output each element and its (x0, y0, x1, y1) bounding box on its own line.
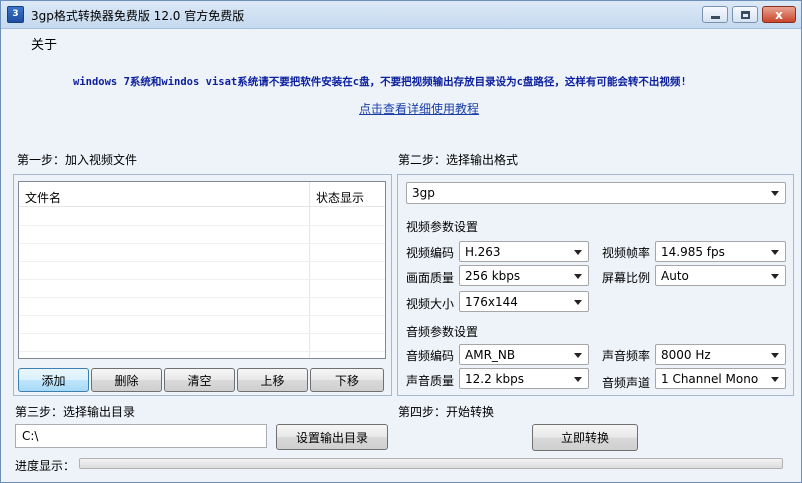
set-output-dir-button[interactable]: 设置输出目录 (276, 424, 388, 450)
audio-settings-heading: 音频参数设置 (406, 325, 479, 339)
chevron-down-icon (574, 300, 582, 305)
audio-channels-label: 音频声道 (602, 376, 651, 390)
chevron-down-icon (574, 274, 582, 279)
about-link[interactable]: 关于 (31, 34, 57, 53)
video-settings-heading: 视频参数设置 (406, 220, 479, 234)
file-list[interactable]: 文件名 状态显示 (18, 181, 386, 359)
video-quality-label: 画面质量 (406, 271, 455, 285)
progress-bar (79, 458, 783, 469)
audio-channels-select[interactable]: 1 Channel Mono (655, 368, 786, 389)
video-codec-select[interactable]: H.263 (459, 241, 589, 262)
video-quality-select[interactable]: 256 kbps (459, 265, 589, 286)
chevron-down-icon (771, 353, 779, 358)
table-row (19, 334, 385, 352)
delete-button[interactable]: 删除 (91, 368, 162, 392)
video-framerate-value: 14.985 fps (661, 245, 725, 259)
chevron-down-icon (574, 250, 582, 255)
video-size-label: 视频大小 (406, 297, 455, 311)
video-size-select[interactable]: 176x144 (459, 291, 589, 312)
audio-quality-value: 12.2 kbps (465, 372, 524, 386)
table-row (19, 280, 385, 298)
file-list-header: 文件名 状态显示 (19, 182, 385, 207)
title-bar[interactable]: 3 3gp格式转换器免费版 12.0 官方免费版 x (1, 1, 801, 29)
aspect-ratio-select[interactable]: Auto (655, 265, 786, 286)
step1-title: 第一步：加入视频文件 (17, 153, 138, 167)
step3-title: 第三步：选择输出目录 (15, 405, 136, 419)
chevron-down-icon (771, 250, 779, 255)
move-up-button[interactable]: 上移 (237, 368, 308, 392)
table-row (19, 262, 385, 280)
minimize-icon (710, 16, 720, 19)
chevron-down-icon (771, 377, 779, 382)
close-icon: x (775, 7, 783, 22)
app-logo-icon: 3 (7, 6, 24, 23)
format-value: 3gp (412, 186, 435, 200)
table-row (19, 226, 385, 244)
audio-codec-value: AMR_NB (465, 348, 516, 362)
aspect-ratio-label: 屏幕比例 (602, 271, 651, 285)
table-row (19, 298, 385, 316)
step2-title: 第二步：选择输出格式 (398, 153, 519, 167)
audio-samplerate-select[interactable]: 8000 Hz (655, 344, 786, 365)
column-status[interactable]: 状态显示 (316, 189, 364, 206)
audio-codec-select[interactable]: AMR_NB (459, 344, 589, 365)
video-quality-value: 256 kbps (465, 269, 521, 283)
chevron-down-icon (771, 191, 779, 196)
window-title: 3gp格式转换器免费版 12.0 官方免费版 (31, 9, 245, 23)
output-path-input[interactable]: C:\ (15, 424, 267, 448)
tutorial-link[interactable]: 点击查看详细使用教程 (359, 100, 479, 117)
minimize-button[interactable] (702, 6, 728, 23)
start-convert-button[interactable]: 立即转换 (532, 424, 638, 451)
maximize-icon (740, 10, 750, 19)
chevron-down-icon (574, 377, 582, 382)
table-row (19, 208, 385, 226)
add-button[interactable]: 添加 (18, 368, 89, 392)
aspect-ratio-value: Auto (661, 269, 689, 283)
video-framerate-select[interactable]: 14.985 fps (655, 241, 786, 262)
audio-codec-label: 音频编码 (406, 349, 455, 363)
close-button[interactable]: x (762, 6, 796, 23)
clear-button[interactable]: 清空 (164, 368, 235, 392)
column-filename[interactable]: 文件名 (25, 189, 61, 206)
video-size-value: 176x144 (465, 295, 518, 309)
audio-samplerate-label: 声音频率 (602, 349, 651, 363)
move-down-button[interactable]: 下移 (310, 368, 384, 392)
video-codec-value: H.263 (465, 245, 501, 259)
table-row (19, 244, 385, 262)
video-codec-label: 视频编码 (406, 246, 455, 260)
progress-label: 进度显示： (15, 459, 76, 473)
chevron-down-icon (771, 274, 779, 279)
audio-quality-label: 声音质量 (406, 374, 455, 388)
app-window: 3 3gp格式转换器免费版 12.0 官方免费版 x 关于 windows 7系… (0, 0, 802, 483)
maximize-button[interactable] (732, 6, 758, 23)
video-framerate-label: 视频帧率 (602, 246, 651, 260)
chevron-down-icon (574, 353, 582, 358)
audio-quality-select[interactable]: 12.2 kbps (459, 368, 589, 389)
install-warning: windows 7系统和windos visat系统请不要把软件安装在c盘，不要… (73, 76, 687, 88)
step4-title: 第四步：开始转换 (398, 405, 495, 419)
table-row (19, 316, 385, 334)
audio-channels-value: 1 Channel Mono (661, 372, 759, 386)
format-select[interactable]: 3gp (406, 182, 786, 204)
audio-samplerate-value: 8000 Hz (661, 348, 711, 362)
